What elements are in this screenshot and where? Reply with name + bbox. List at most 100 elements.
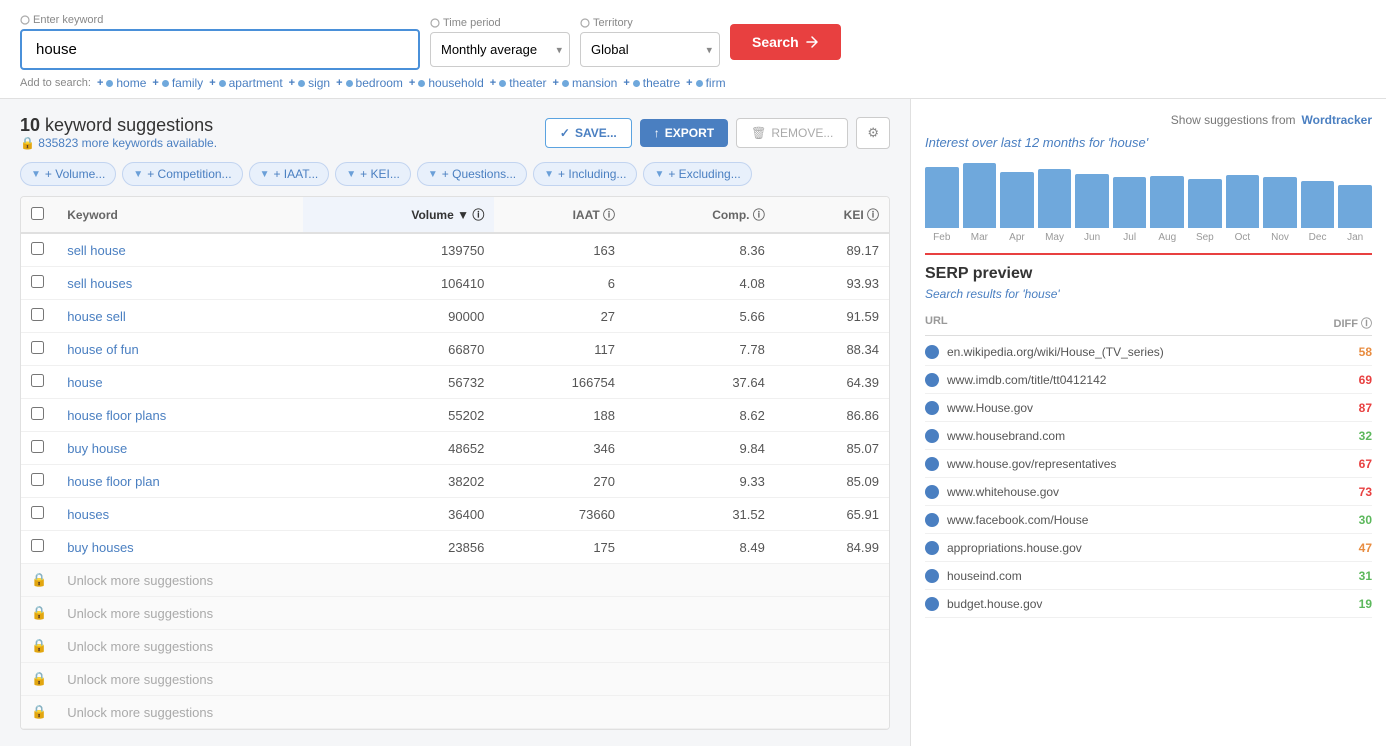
tag-bedroom[interactable]: bedroom xyxy=(336,76,403,90)
tag-mansion[interactable]: mansion xyxy=(553,76,618,90)
locked-table-row[interactable]: 🔒 Unlock more suggestions xyxy=(21,630,889,663)
row-checkbox-cell[interactable] xyxy=(21,399,57,432)
col-comp[interactable]: Comp. ⓘ xyxy=(625,197,775,233)
unlock-text[interactable]: Unlock more suggestions xyxy=(57,663,889,696)
keyword-cell[interactable]: house xyxy=(57,366,302,399)
serp-url[interactable]: www.imdb.com/title/tt0412142 xyxy=(947,373,1106,387)
tag-family[interactable]: family xyxy=(152,76,203,90)
row-checkbox[interactable] xyxy=(31,308,44,321)
available-count[interactable]: 🔒 835823 more keywords available. xyxy=(20,136,217,150)
row-checkbox-cell[interactable] xyxy=(21,366,57,399)
locked-table-row[interactable]: 🔒 Unlock more suggestions xyxy=(21,663,889,696)
row-checkbox[interactable] xyxy=(31,374,44,387)
tag-household[interactable]: household xyxy=(409,76,484,90)
locked-table-row[interactable]: 🔒 Unlock more suggestions xyxy=(21,564,889,597)
filter-kei[interactable]: ▼ + KEI... xyxy=(335,162,411,186)
row-checkbox[interactable] xyxy=(31,275,44,288)
keyword-cell[interactable]: sell house xyxy=(57,233,302,267)
tag-firm[interactable]: firm xyxy=(686,76,725,90)
keyword-cell[interactable]: buy houses xyxy=(57,531,302,564)
select-all-header[interactable] xyxy=(21,197,57,233)
serp-result-row[interactable]: www.imdb.com/title/tt0412142 69 xyxy=(925,366,1372,394)
row-checkbox-cell[interactable] xyxy=(21,267,57,300)
serp-url[interactable]: www.housebrand.com xyxy=(947,429,1065,443)
keyword-link[interactable]: house of fun xyxy=(67,342,139,357)
filter-excluding[interactable]: ▼ + Excluding... xyxy=(643,162,751,186)
serp-url[interactable]: en.wikipedia.org/wiki/House_(TV_series) xyxy=(947,345,1164,359)
unlock-text[interactable]: Unlock more suggestions xyxy=(57,564,889,597)
serp-url[interactable]: www.house.gov/representatives xyxy=(947,457,1116,471)
col-keyword[interactable]: Keyword xyxy=(57,197,302,233)
tag-theater[interactable]: theater xyxy=(490,76,547,90)
col-iaat[interactable]: IAAT ⓘ xyxy=(494,197,625,233)
row-checkbox[interactable] xyxy=(31,407,44,420)
settings-icon-button[interactable]: ⚙ xyxy=(856,117,890,149)
serp-result-row[interactable]: www.whitehouse.gov 73 xyxy=(925,478,1372,506)
serp-result-row[interactable]: houseind.com 31 xyxy=(925,562,1372,590)
serp-url[interactable]: houseind.com xyxy=(947,569,1022,583)
serp-result-row[interactable]: www.housebrand.com 32 xyxy=(925,422,1372,450)
keyword-link[interactable]: houses xyxy=(67,507,109,522)
keyword-cell[interactable]: sell houses xyxy=(57,267,302,300)
export-button[interactable]: ↑ EXPORT xyxy=(640,119,728,147)
row-checkbox[interactable] xyxy=(31,341,44,354)
keyword-link[interactable]: buy house xyxy=(67,441,127,456)
keyword-cell[interactable]: house of fun xyxy=(57,333,302,366)
serp-result-row[interactable]: www.house.gov/representatives 67 xyxy=(925,450,1372,478)
keyword-link[interactable]: house sell xyxy=(67,309,126,324)
row-checkbox[interactable] xyxy=(31,473,44,486)
filter-volume[interactable]: ▼ + Volume... xyxy=(20,162,116,186)
row-checkbox[interactable] xyxy=(31,506,44,519)
row-checkbox-cell[interactable] xyxy=(21,432,57,465)
row-checkbox-cell[interactable] xyxy=(21,300,57,333)
serp-result-row[interactable]: budget.house.gov 19 xyxy=(925,590,1372,618)
keyword-link[interactable]: buy houses xyxy=(67,540,134,555)
serp-result-row[interactable]: www.facebook.com/House 30 xyxy=(925,506,1372,534)
col-volume[interactable]: Volume ▼ ⓘ xyxy=(303,197,495,233)
keyword-link[interactable]: sell house xyxy=(67,243,126,258)
keyword-link[interactable]: sell houses xyxy=(67,276,132,291)
keyword-cell[interactable]: house sell xyxy=(57,300,302,333)
keyword-link[interactable]: house floor plan xyxy=(67,474,160,489)
locked-table-row[interactable]: 🔒 Unlock more suggestions xyxy=(21,696,889,729)
unlock-text[interactable]: Unlock more suggestions xyxy=(57,696,889,729)
tag-home[interactable]: home xyxy=(97,76,146,90)
row-checkbox-cell[interactable] xyxy=(21,531,57,564)
locked-table-row[interactable]: 🔒 Unlock more suggestions xyxy=(21,597,889,630)
tag-theatre[interactable]: theatre xyxy=(623,76,680,90)
keyword-cell[interactable]: house floor plan xyxy=(57,465,302,498)
serp-url[interactable]: budget.house.gov xyxy=(947,597,1042,611)
unlock-text[interactable]: Unlock more suggestions xyxy=(57,630,889,663)
save-button[interactable]: ✓ SAVE... xyxy=(545,118,632,148)
select-all-checkbox[interactable] xyxy=(31,207,44,220)
serp-result-row[interactable]: www.House.gov 87 xyxy=(925,394,1372,422)
row-checkbox-cell[interactable] xyxy=(21,333,57,366)
keyword-link[interactable]: house floor plans xyxy=(67,408,166,423)
filter-iaat[interactable]: ▼ + IAAT... xyxy=(249,162,330,186)
row-checkbox[interactable] xyxy=(31,440,44,453)
time-period-select[interactable]: Monthly average Daily average xyxy=(430,32,570,67)
filter-including[interactable]: ▼ + Including... xyxy=(533,162,637,186)
serp-url[interactable]: www.whitehouse.gov xyxy=(947,485,1059,499)
remove-button[interactable]: 🗑 REMOVE... xyxy=(736,118,848,148)
serp-url[interactable]: www.House.gov xyxy=(947,401,1033,415)
serp-result-row[interactable]: en.wikipedia.org/wiki/House_(TV_series) … xyxy=(925,338,1372,366)
tag-apartment[interactable]: apartment xyxy=(209,76,282,90)
unlock-text[interactable]: Unlock more suggestions xyxy=(57,597,889,630)
row-checkbox-cell[interactable] xyxy=(21,465,57,498)
search-button[interactable]: Search xyxy=(730,24,841,60)
serp-url[interactable]: appropriations.house.gov xyxy=(947,541,1082,555)
filter-questions[interactable]: ▼ + Questions... xyxy=(417,162,527,186)
row-checkbox[interactable] xyxy=(31,242,44,255)
row-checkbox[interactable] xyxy=(31,539,44,552)
keyword-cell[interactable]: buy house xyxy=(57,432,302,465)
keyword-input[interactable] xyxy=(20,29,420,70)
wordtracker-link[interactable]: Wordtracker xyxy=(1302,113,1372,127)
tag-sign[interactable]: sign xyxy=(289,76,330,90)
serp-result-row[interactable]: appropriations.house.gov 47 xyxy=(925,534,1372,562)
keyword-cell[interactable]: houses xyxy=(57,498,302,531)
keyword-cell[interactable]: house floor plans xyxy=(57,399,302,432)
serp-url[interactable]: www.facebook.com/House xyxy=(947,513,1088,527)
filter-competition[interactable]: ▼ + Competition... xyxy=(122,162,242,186)
row-checkbox-cell[interactable] xyxy=(21,498,57,531)
